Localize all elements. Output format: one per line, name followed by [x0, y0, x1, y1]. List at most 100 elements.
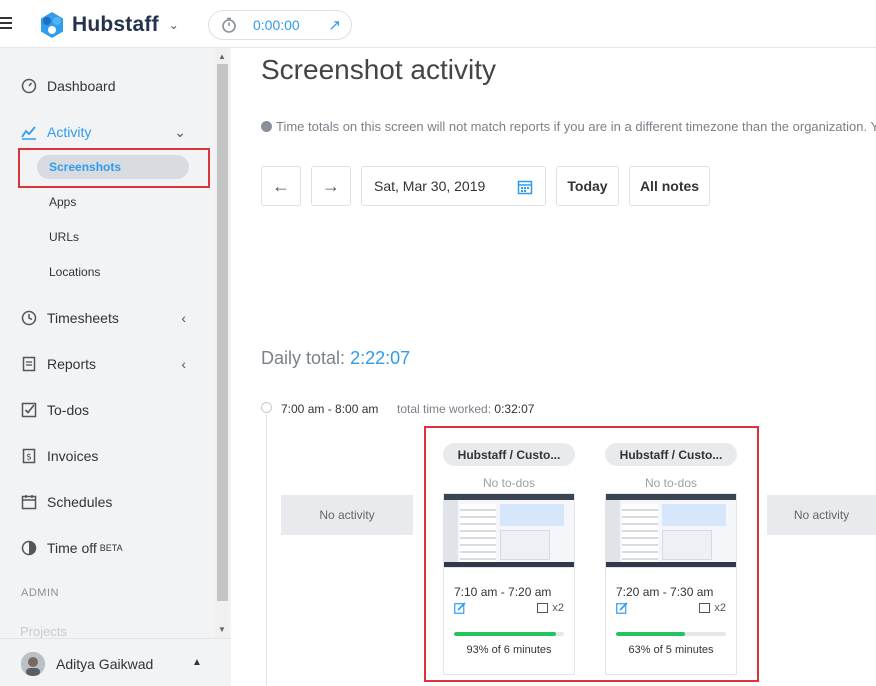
sidebar-item-label: Timesheets [47, 310, 119, 326]
sidebar-item-dashboard[interactable]: Dashboard [20, 74, 200, 98]
sidebar-item-time-off[interactable]: Time off BETA [20, 536, 200, 560]
checkbox-icon [20, 401, 38, 419]
next-day-button[interactable]: → [311, 166, 351, 206]
screenshot-card: Hubstaff / Custo... No to-dos 7:10 am - … [443, 443, 575, 675]
sidebar-item-label: Activity [47, 124, 92, 140]
timezone-note: Time totals on this screen will not matc… [261, 119, 876, 134]
worked-value: 0:32:07 [494, 402, 535, 416]
activity-chart-icon [20, 123, 38, 141]
screenshot-count[interactable]: x2 [537, 602, 564, 614]
activity-percent-text: 63% of 5 minutes [628, 644, 714, 656]
activity-progress-fill [616, 632, 686, 636]
sidebar-item-activity[interactable]: Activity ⌄ [20, 120, 200, 144]
screenshot-box: 7:10 am - 7:20 am x2 93% of 6 minutes [443, 493, 575, 675]
daily-total-label: Daily total: [261, 348, 346, 368]
screenshot-count[interactable]: x2 [699, 602, 726, 614]
sidebar-item-label: Reports [47, 356, 97, 372]
date-value: Sat, Mar 30, 2019 [374, 178, 486, 194]
time-slot-worked: total time worked: 0:32:07 [397, 402, 534, 416]
screenshot-card: Hubstaff / Custo... No to-dos 7:20 am - … [605, 443, 737, 675]
sidebar-item-invoices[interactable]: $ Invoices [20, 444, 200, 468]
activity-percent-text: 93% of 6 minutes [466, 644, 552, 656]
sidebar-item-schedules[interactable]: Schedules [20, 490, 200, 514]
report-icon [20, 355, 38, 373]
all-notes-button[interactable]: All notes [629, 166, 710, 206]
sidebar-item-label: Schedules [47, 494, 113, 510]
screenshot-box: 7:20 am - 7:30 am x2 63% of 5 minutes [605, 493, 737, 675]
avatar [21, 652, 45, 676]
caret-up-icon[interactable]: ▲ [192, 657, 202, 668]
project-tag[interactable]: Hubstaff / Custo... [605, 443, 737, 466]
date-picker[interactable]: Sat, Mar 30, 2019 [361, 166, 546, 206]
sidebar-item-label: Time off [47, 540, 97, 556]
activity-progress-bar [454, 632, 564, 636]
sidebar-item-label: Invoices [47, 448, 99, 464]
user-name: Aditya Gaikwad [56, 656, 154, 672]
brand-name: Hubstaff [72, 13, 159, 36]
beta-badge: BETA [99, 543, 123, 553]
sidebar-subitem-locations[interactable]: Locations [49, 265, 100, 279]
screenshot-count-value: x2 [552, 602, 564, 614]
sidebar-item-label: Dashboard [47, 78, 116, 94]
timezone-note-text: Time totals on this screen will not matc… [276, 119, 876, 134]
arrow-right-icon: → [322, 175, 340, 196]
edit-icon[interactable] [616, 602, 628, 614]
calendar-icon [517, 180, 533, 195]
screenshot-thumbnail[interactable] [444, 494, 574, 568]
timer-widget[interactable]: 0:00:00 ↗ [208, 10, 352, 40]
screenshot-thumbnail[interactable] [606, 494, 736, 568]
project-tag[interactable]: Hubstaff / Custo... [443, 443, 575, 466]
sidebar-item-projects[interactable]: Projects [20, 624, 67, 639]
today-button[interactable]: Today [556, 166, 619, 206]
brand-switcher[interactable]: Hubstaff ⌄ [38, 11, 179, 39]
arrow-left-icon: ← [272, 175, 290, 196]
timeline-dot [261, 402, 272, 413]
calendar-icon [20, 493, 38, 511]
open-timer-icon[interactable]: ↗ [328, 16, 341, 34]
activity-progress-fill [454, 632, 557, 636]
chevron-down-icon: ⌄ [168, 18, 179, 32]
no-activity-block: No activity [281, 495, 413, 535]
scroll-up-icon[interactable]: ▲ [218, 52, 226, 61]
hubstaff-logo-icon [41, 12, 63, 38]
screenshot-count-value: x2 [714, 602, 726, 614]
admin-section-label: ADMIN [21, 587, 59, 599]
screenshot-time-range: 7:10 am - 7:20 am [454, 585, 552, 599]
top-bar: Hubstaff ⌄ 0:00:00 ↗ [0, 0, 876, 48]
previous-day-button[interactable]: ← [261, 166, 301, 206]
chevron-down-icon: ⌄ [174, 123, 186, 140]
user-menu[interactable]: Aditya Gaikwad ▲ [0, 638, 231, 686]
sidebar-scrollbar[interactable]: ▲ ▼ [215, 48, 229, 638]
daily-total-value: 2:22:07 [350, 348, 411, 368]
sidebar-item-reports[interactable]: Reports ‹ [20, 352, 200, 376]
time-off-icon [20, 539, 38, 557]
no-activity-block: No activity [767, 495, 876, 535]
sidebar-subitem-screenshots[interactable]: Screenshots [49, 160, 121, 174]
image-icon [537, 603, 549, 613]
activity-progress-bar [616, 632, 726, 636]
time-slot-range: 7:00 am - 8:00 am [281, 402, 379, 416]
sidebar-item-timesheets[interactable]: Timesheets ‹ [20, 306, 200, 330]
scrollbar-thumb[interactable] [217, 64, 228, 601]
edit-icon[interactable] [454, 602, 466, 614]
dashboard-icon [20, 77, 38, 95]
page-title: Screenshot activity [261, 54, 496, 85]
chevron-left-icon: ‹ [181, 310, 186, 326]
scroll-down-icon[interactable]: ▼ [218, 625, 226, 634]
globe-icon [261, 121, 272, 132]
clock-icon [20, 309, 38, 327]
todo-label: No to-dos [644, 476, 698, 490]
todo-label: No to-dos [482, 476, 536, 490]
screenshot-time-range: 7:20 am - 7:30 am [616, 585, 714, 599]
menu-icon[interactable] [0, 17, 14, 31]
sidebar-item-label: To-dos [47, 402, 90, 418]
sidebar-item-todos[interactable]: To-dos [20, 398, 200, 422]
stopwatch-icon [222, 17, 236, 33]
chevron-left-icon: ‹ [181, 356, 186, 372]
invoice-icon: $ [20, 447, 38, 465]
sidebar-subitem-urls[interactable]: URLs [49, 230, 79, 244]
sidebar-subitem-apps[interactable]: Apps [49, 195, 76, 209]
daily-total: Daily total: 2:22:07 [261, 348, 410, 369]
image-icon [699, 603, 711, 613]
svg-text:$: $ [26, 453, 32, 463]
